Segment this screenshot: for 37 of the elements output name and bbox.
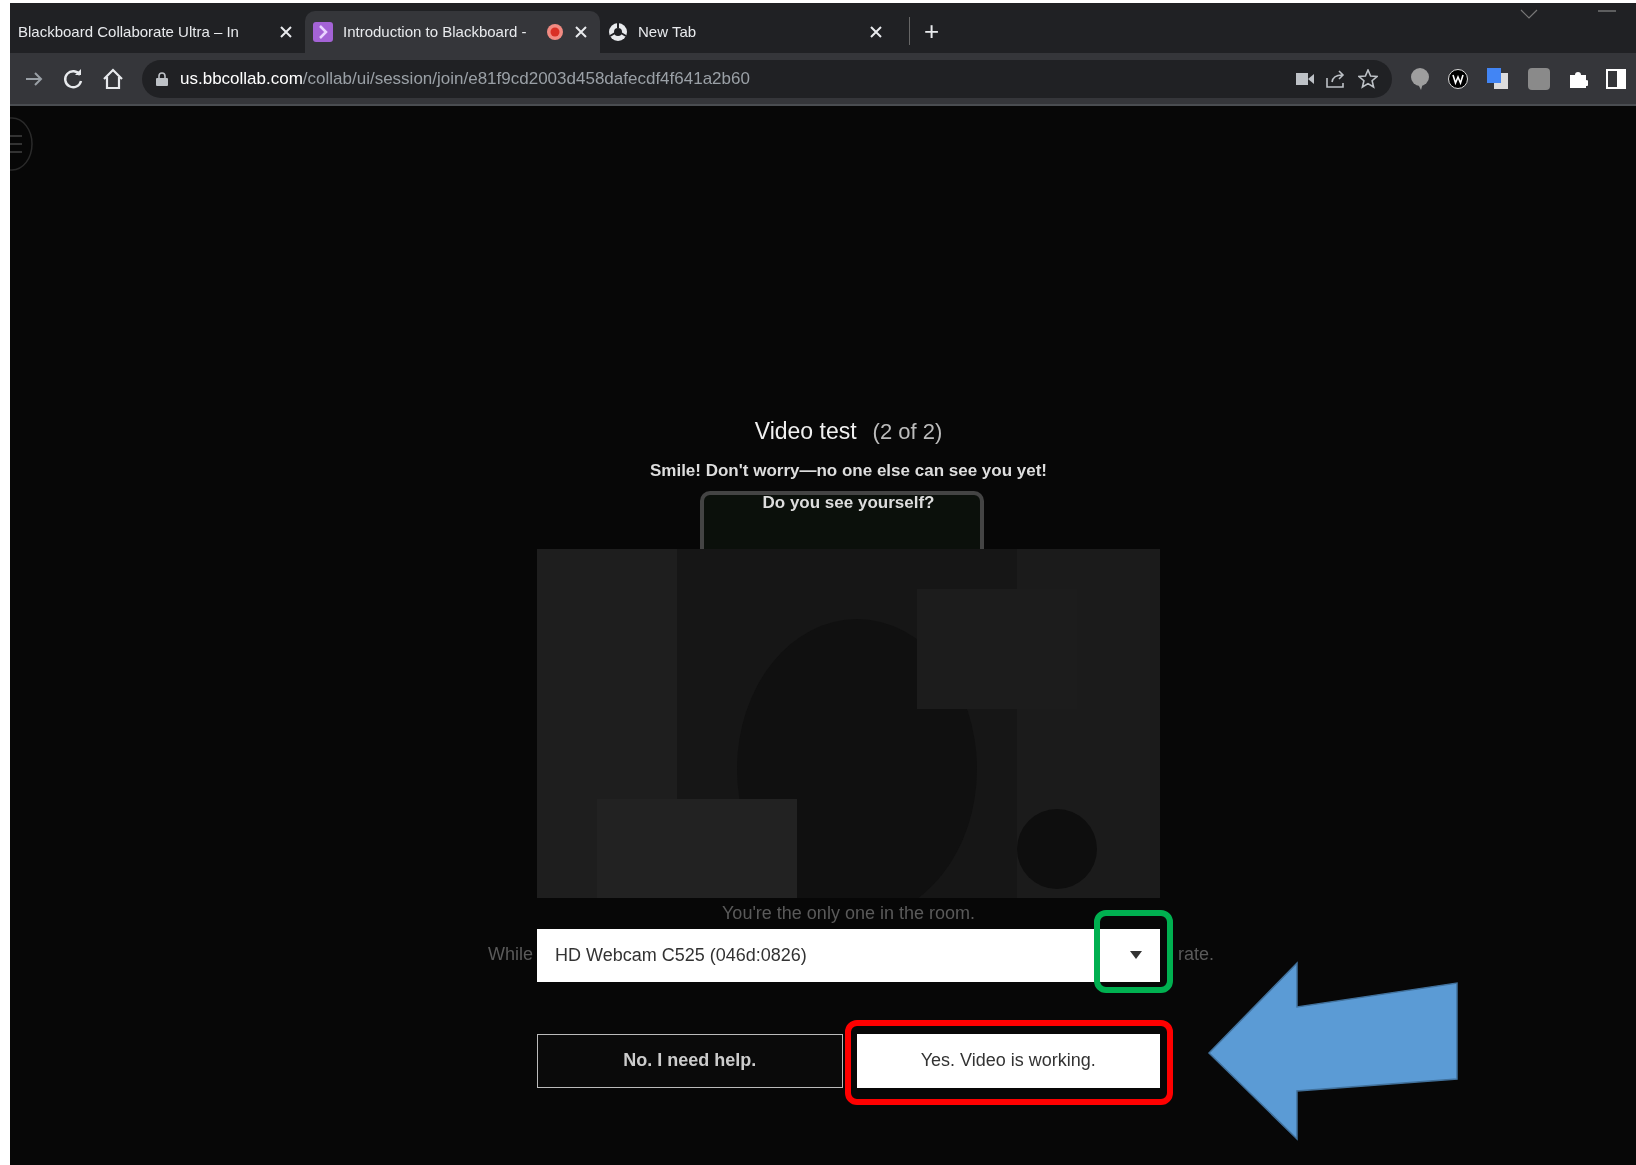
url-text: us.bbcollab.com/collab/ui/session/join/e81f9cd2003d458dafecdf4f641a2b60	[180, 67, 750, 90]
close-icon[interactable]	[574, 25, 588, 39]
side-panel-icon[interactable]	[1606, 68, 1626, 89]
camera-icon[interactable]	[1296, 72, 1314, 85]
w-logo-icon[interactable]	[1448, 68, 1468, 89]
globe-icon	[608, 22, 628, 42]
step-counter: (2 of 2)	[872, 418, 943, 446]
camera-dropdown[interactable]: HD Webcam C525 (046d:0826)	[537, 928, 1160, 982]
star-icon[interactable]	[1358, 68, 1378, 89]
dialog-title: Video test	[754, 417, 857, 446]
minimize-icon[interactable]	[1598, 9, 1616, 13]
home-icon[interactable]	[102, 67, 124, 90]
lock-icon	[156, 71, 168, 86]
caret-down-icon	[1130, 951, 1142, 959]
browser-tab[interactable]: Introduction to Blackboard -	[305, 11, 600, 53]
tab-title: Introduction to Blackboard -	[343, 21, 528, 42]
hidden-message-text: While	[488, 942, 534, 966]
translate-icon[interactable]	[1486, 66, 1510, 91]
confirm-button[interactable]: Yes. Video is working.	[856, 1033, 1160, 1088]
app-icon	[313, 22, 333, 42]
help-button[interactable]: No. I need help.	[537, 1033, 843, 1088]
address-bar[interactable]: us.bbcollab.com/collab/ui/session/join/e81f9cd2003d458dafecdf4f641a2b60	[142, 59, 1392, 98]
close-icon[interactable]	[279, 25, 293, 39]
new-tab-button[interactable]: +	[909, 17, 946, 45]
speech-bubble-icon[interactable]	[1410, 67, 1430, 90]
reload-icon[interactable]	[62, 67, 84, 90]
close-icon[interactable]	[869, 25, 883, 39]
browser-tab[interactable]: Blackboard Collaborate Ultra – In	[10, 11, 305, 53]
tab-title: New Tab	[638, 21, 698, 42]
tab-title: Blackboard Collaborate Ultra – In	[18, 21, 240, 42]
hidden-message-text: rate.	[1177, 942, 1215, 966]
instruction-text: Smile! Don't worry—no one else can see you yet!	[649, 459, 1047, 482]
chevron-down-icon[interactable]	[1520, 9, 1538, 19]
share-icon[interactable]	[1326, 69, 1346, 88]
instruction-text: Do you see yourself?	[762, 491, 935, 514]
room-message: You're the only one in the room.	[722, 901, 975, 925]
browser-tab[interactable]: New Tab	[600, 11, 895, 53]
